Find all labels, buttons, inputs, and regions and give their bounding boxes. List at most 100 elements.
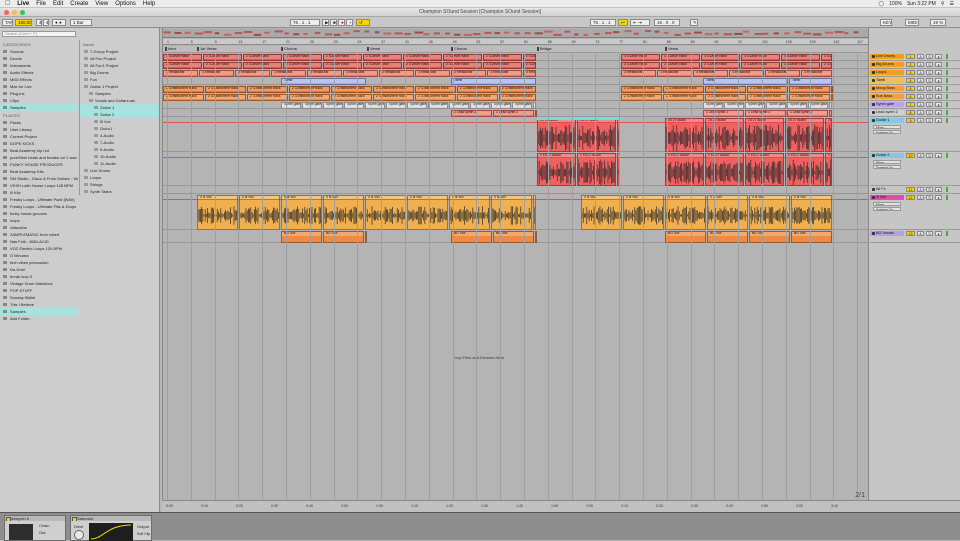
clip[interactable]: 4 Ill Vox xyxy=(665,195,706,230)
quantize-select[interactable]: 1 Bar xyxy=(70,19,92,26)
clip[interactable]: BG Vox xyxy=(365,231,367,243)
output-routing[interactable]: Speaker On xyxy=(873,207,901,211)
clip[interactable]: Synth gate xyxy=(703,102,723,109)
place-item[interactable]: Freaky Loops - Ultimate Fills & Drops xyxy=(0,203,78,210)
clip[interactable]: 4 Ill Vox xyxy=(749,195,790,230)
arm-button[interactable]: A xyxy=(917,118,924,123)
category-item[interactable]: MIDI Effects xyxy=(0,76,78,83)
place-item[interactable]: Packs xyxy=(0,119,78,126)
overdub-button[interactable]: + xyxy=(346,19,353,26)
category-item[interactable]: Clips xyxy=(0,97,78,104)
key-map-button[interactable]: KEY xyxy=(880,19,892,26)
clip[interactable]: 2 3-Instrument Rack xyxy=(163,94,204,101)
category-item[interactable]: Plug-ins xyxy=(0,90,78,97)
clip[interactable]: Tamb xyxy=(281,78,366,85)
place-item[interactable]: DOPE KICKS xyxy=(0,140,78,147)
track-header[interactable]: Synth gate 7 A S ● xyxy=(870,102,960,109)
zoom-icon[interactable] xyxy=(20,10,25,15)
clip[interactable]: Synth gate xyxy=(407,102,427,109)
track-number[interactable]: 3 xyxy=(906,70,915,75)
locator[interactable]: Chorus xyxy=(281,47,297,51)
clip[interactable]: BG Vox xyxy=(535,231,537,243)
solo-button[interactable]: S xyxy=(926,118,933,123)
minimize-icon[interactable] xyxy=(12,10,17,15)
track-number[interactable]: 13 xyxy=(906,231,915,236)
clip[interactable]: 2 3-Instrument Rack xyxy=(747,94,788,101)
play-button[interactable]: ▶ xyxy=(322,19,329,26)
clip[interactable]: 3 breakBeat xyxy=(379,70,414,77)
place-item[interactable]: funky house grooves xyxy=(0,210,78,217)
clip[interactable]: 2 3-Instrument Rack xyxy=(247,86,288,93)
clip[interactable]: 1 4-Drum Rack xyxy=(781,54,820,61)
file-item[interactable]: Guitar 1 Project xyxy=(80,83,159,90)
clip[interactable]: 3 breakBeat xyxy=(451,70,486,77)
clip[interactable]: 3 breakBeat xyxy=(729,70,764,77)
clip[interactable]: 1 4-Drum Rack xyxy=(483,54,522,61)
input-routing[interactable]: Mixer xyxy=(873,160,901,164)
place-item[interactable]: Freaky Loops - Ultimate Pack [WAV] xyxy=(0,196,78,203)
locator[interactable]: Bridge xyxy=(537,47,552,51)
clip[interactable]: 4 Ill Vox xyxy=(581,195,622,230)
record-arm-button[interactable]: ● xyxy=(935,62,942,67)
wifi-icon[interactable]: ◯ xyxy=(879,1,885,7)
file-item[interactable]: Big Drums xyxy=(80,69,159,76)
file-item[interactable]: Outro1 xyxy=(80,125,159,132)
song-position[interactable]: 75 . 1 . 1 xyxy=(290,19,320,26)
arm-button[interactable]: A xyxy=(917,94,924,99)
track-header[interactable]: Ill Vox 12 A S ● Mixer Speaker On xyxy=(870,195,960,230)
clip[interactable]: 3 breakBeat xyxy=(199,70,234,77)
file-item[interactable]: Strings xyxy=(80,181,159,188)
category-item[interactable]: Instruments xyxy=(0,62,78,69)
clip[interactable]: 4 Ill Vox xyxy=(449,195,490,230)
clip[interactable]: 15 27 Audio xyxy=(577,118,616,152)
clip[interactable]: Synth gate xyxy=(386,102,406,109)
loop-length[interactable]: 16 . 0 . 0 xyxy=(654,19,680,26)
clip[interactable]: Synth gate xyxy=(829,102,832,109)
file-item[interactable]: Vocals and Guitars.als xyxy=(80,97,159,104)
clip[interactable]: 4 Ill Vox xyxy=(281,195,322,230)
track-header[interactable]: All Fx 11 A S ● xyxy=(870,187,960,194)
clip[interactable]: 3 breakBeat xyxy=(657,70,692,77)
place-item[interactable]: Beat Academy hip hot xyxy=(0,147,78,154)
clip[interactable]: 2 3-Instrument Rack xyxy=(499,94,536,101)
file-item[interactable]: Samples xyxy=(80,90,159,97)
output-routing[interactable]: Speaker On xyxy=(873,130,901,134)
clip[interactable]: 4 Ill Vox xyxy=(365,195,406,230)
clip[interactable]: 2 3-Drum Rack xyxy=(363,62,402,69)
clip[interactable]: 2 3-Instrument Rack xyxy=(373,86,414,93)
place-item[interactable]: tech vibes percussion xyxy=(0,259,78,266)
solo-button[interactable]: S xyxy=(926,153,933,158)
browser-search-input[interactable]: Search (Cmd + F) xyxy=(2,31,76,37)
track-name[interactable]: Tamb xyxy=(870,78,904,83)
clip[interactable]: 1 Lead synth 2 xyxy=(451,110,492,117)
clip[interactable]: 2 3-Instrument Rack xyxy=(621,94,662,101)
clip[interactable]: 3 breakBeat xyxy=(307,70,342,77)
arm-button[interactable]: A xyxy=(917,195,924,200)
clip[interactable]: BG Vox xyxy=(791,231,832,243)
solo-button[interactable]: S xyxy=(926,54,933,59)
locator[interactable]: 1st Verse xyxy=(197,47,217,51)
clip[interactable]: Synth gate xyxy=(808,102,828,109)
clip[interactable]: 15 27 Audio xyxy=(665,118,704,152)
clip[interactable]: 4 Ill Vox xyxy=(407,195,448,230)
locator[interactable]: Verse xyxy=(367,47,380,51)
track-name[interactable]: Ill Vox xyxy=(870,195,904,200)
track-name[interactable]: Big Drums xyxy=(870,62,904,67)
arm-button[interactable]: A xyxy=(917,54,924,59)
track-number[interactable]: 5 xyxy=(906,86,915,91)
clip[interactable]: Synth gate xyxy=(281,102,301,109)
record-arm-button[interactable]: ● xyxy=(935,78,942,83)
category-item[interactable]: Max for Live xyxy=(0,83,78,90)
place-item[interactable]: Sunday Skillet xyxy=(0,294,78,301)
record-arm-button[interactable]: ● xyxy=(935,118,942,123)
clip[interactable]: 3 breakBeat xyxy=(487,70,522,77)
clip[interactable]: 2 3-Instrument Rack xyxy=(457,86,498,93)
menu-app[interactable]: Live xyxy=(17,1,29,7)
locator[interactable]: Intro xyxy=(165,47,176,51)
place-item[interactable]: Ill Kitz xyxy=(0,189,78,196)
clip[interactable]: BG Vox xyxy=(493,231,534,243)
track-name[interactable]: Synth gate xyxy=(870,102,904,107)
clip[interactable]: 2 3-Drum Rack xyxy=(781,62,820,69)
track-name[interactable]: Guitar 2 xyxy=(870,153,904,158)
stop-button[interactable]: ■ xyxy=(330,19,337,26)
